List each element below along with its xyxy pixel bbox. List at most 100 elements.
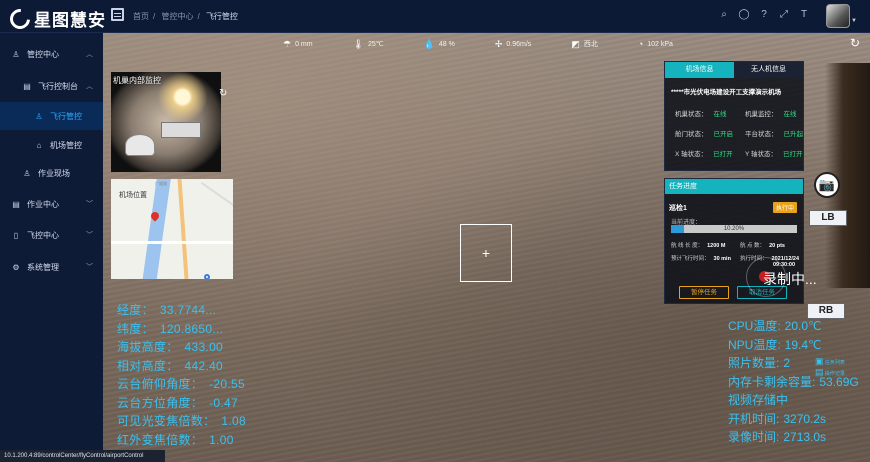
sidebar-item-label: 系统管理 <box>27 262 59 272</box>
temperature-reading: 🌡 25℃ <box>352 38 384 49</box>
operation-record-link[interactable]: ▤ 操作记录 <box>815 368 845 379</box>
sidebar-item-airport-control[interactable]: ⌂ 机场管控 <box>0 131 103 159</box>
top-header: 星图慧安 首页 / 管控中心 / 飞行管控 ⌕ ◯ ? ⤢ T ▼ <box>0 0 870 33</box>
app-logo[interactable]: 星图慧安 <box>5 4 106 33</box>
camera-capture-button[interactable]: 📷 <box>814 172 840 198</box>
map-road <box>111 241 233 244</box>
status-badge: 执行中 <box>772 202 797 213</box>
refresh-icon[interactable]: ↻ <box>850 36 860 50</box>
sidebar-item-flight-control[interactable]: ♙ 飞行管控 <box>0 102 103 130</box>
device-status-overlay: CPU温度: 20.0℃ NPU温度: 19.4℃ 照片数量: 2 内存卡剩余容量: 5… <box>728 317 859 447</box>
route-length: 航 线 长 度： 1200 M <box>671 243 726 249</box>
sidebar-item-work-site[interactable]: ♙ 作业现场 <box>0 159 103 187</box>
clipboard-icon: ▣ <box>815 356 824 366</box>
crosshair-target[interactable]: + <box>460 224 512 282</box>
sidebar-item-label: 作业现场 <box>38 168 70 178</box>
breadcrumb: 首页 / 管控中心 / 飞行管控 <box>133 12 238 21</box>
cpu-temperature: CPU温度: 20.0℃ <box>728 319 822 333</box>
status-nest-monitor: 机巢监控： 在线 <box>745 111 797 118</box>
gear-icon: ⚙ <box>12 262 20 272</box>
sidebar-item-label: 飞行管控 <box>50 111 82 121</box>
npu-temperature: NPU温度: 19.4℃ <box>728 337 822 352</box>
airport-info-panel: 机场信息 无人机信息 *****市光伏电场建设开工支撑演示机场 机巢状态： 在线 … <box>664 61 804 171</box>
sidebar-item-label: 机场管控 <box>50 140 82 150</box>
side-action-icons: ▣ 任务列表 ▤ 操作记录 <box>815 357 845 379</box>
github-icon[interactable]: ◯ <box>738 9 750 21</box>
telemetry-relative-height: 相对高度： 442.40 <box>117 358 224 373</box>
humidity-reading: 💧 48 % <box>423 38 455 49</box>
map-road <box>177 179 189 279</box>
breadcrumb-current: 飞行管控 <box>205 12 238 21</box>
map-road <box>200 181 233 219</box>
home-icon: ⌂ <box>36 140 42 150</box>
sidebar-item-control-center[interactable]: ♙ 管控中心 ︿ <box>0 40 103 68</box>
telemetry-gimbal-yaw: 云台方位角度： -0.47 <box>117 395 238 410</box>
sidebar-item-flight-center[interactable]: ▯ 飞控中心 ﹀ <box>0 221 103 249</box>
fullscreen-icon[interactable]: ⤢ <box>778 9 790 21</box>
map-street-label: 广顺路 <box>155 181 167 186</box>
sidebar-item-flight-console[interactable]: ▤ 飞行控制台 ︿ <box>0 72 103 100</box>
search-icon[interactable]: ⌕ <box>718 9 730 21</box>
status-platform: 平台状态： 已升起 <box>745 131 803 138</box>
wind-direction-reading: ◩ 西北 <box>571 38 598 49</box>
map-location-dot-icon <box>204 274 210 279</box>
sidebar-item-work-center[interactable]: ▤ 作业中心 ﹀ <box>0 190 103 218</box>
drone-video-feed[interactable]: ☂ 0 mm 🌡 25℃ 💧 48 % ✢ 0.96m/s ◩ 西北 ◔ 102 kPa ↻… <box>103 33 870 462</box>
pause-task-button[interactable]: 暂停任务 <box>679 286 729 299</box>
map-title: 机场位置 <box>119 192 147 199</box>
chevron-down-icon: ﹀ <box>86 201 93 208</box>
weather-bar: ☂ 0 mm 🌡 25℃ 💧 48 % ✢ 0.96m/s ◩ 西北 ◔ 102 kPa <box>283 37 713 51</box>
tab-uav-info[interactable]: 无人机信息 <box>734 62 803 78</box>
fan-icon: ✢ <box>494 38 503 49</box>
status-nest: 机巢状态： 在线 <box>675 111 727 118</box>
airport-panel-tabs: 机场信息 无人机信息 <box>665 62 803 78</box>
font-size-icon[interactable]: T <box>798 9 810 21</box>
telemetry-longitude: 经度： 33.7744... <box>117 303 217 317</box>
chevron-up-icon: ︿ <box>86 51 93 58</box>
sidebar-item-system-management[interactable]: ⚙ 系统管理 ﹀ <box>0 253 103 281</box>
telemetry-altitude: 海拔高度： 433.00 <box>117 340 224 354</box>
avatar[interactable] <box>826 4 850 28</box>
browser-status-url: 10.1.200.4:89/controlCenter/flyControl/a… <box>0 450 165 462</box>
tab-airport-info[interactable]: 机场信息 <box>665 62 734 78</box>
telemetry-visible-zoom: 可见光变焦倍数： 1.08 <box>117 414 246 428</box>
wind-speed-reading: ✢ 0.96m/s <box>494 38 532 49</box>
doc-icon: ▯ <box>13 230 19 240</box>
task-panel-header: 任务进度 <box>665 179 803 194</box>
hangar-camera-view[interactable]: 机巢内部监控 <box>111 72 221 172</box>
progress-text: 10.20% <box>723 226 745 232</box>
lb-button[interactable]: LB <box>809 210 847 226</box>
chevron-down-icon: ﹀ <box>86 232 93 239</box>
help-icon[interactable]: ? <box>758 9 770 21</box>
telemetry-latitude: 纬度： 120.8650... <box>117 321 224 336</box>
logo-mark-icon <box>5 4 35 33</box>
menu-toggle-icon[interactable] <box>111 8 124 21</box>
crosshair-plus-icon: + <box>481 245 491 261</box>
pressure-reading: ◔ 102 kPa <box>637 39 673 49</box>
camera-icon: 📷 <box>818 177 836 192</box>
waypoint-count: 航 点 数： 20 pts <box>740 243 785 249</box>
task-name: 巡检1 <box>669 205 687 212</box>
breadcrumb-control-center[interactable]: 管控中心 <box>161 12 193 21</box>
chevron-down-icon[interactable]: ▼ <box>851 18 857 24</box>
chevron-down-icon: ﹀ <box>86 264 93 271</box>
rain-icon: ☂ <box>283 38 292 49</box>
sidebar-item-label: 管控中心 <box>27 49 59 59</box>
record-list-icon: ▤ <box>815 367 824 377</box>
sidebar-item-label: 作业中心 <box>27 199 59 209</box>
hangar-dome <box>125 134 155 156</box>
person-icon: ♙ <box>12 49 20 59</box>
refresh-icon[interactable]: ↻ <box>219 88 227 99</box>
sidebar-item-label: 飞行控制台 <box>38 81 78 91</box>
estimated-flight-time: 预计飞行时间： 30 min <box>671 256 731 262</box>
rain-reading: ☂ 0 mm <box>283 38 313 49</box>
person-icon: ♙ <box>23 168 31 178</box>
thermometer-icon: 🌡 <box>352 38 365 49</box>
breadcrumb-home[interactable]: 首页 <box>133 12 149 21</box>
airport-location-map[interactable]: 广顺路 机场位置 <box>111 179 233 279</box>
humidity-icon: 💧 <box>423 38 435 49</box>
header-toolbar: ⌕ ◯ ? ⤢ T <box>718 9 810 21</box>
document-icon: ▤ <box>23 81 31 91</box>
logo-text: 星图慧安 <box>34 11 106 30</box>
recording-status: 录制中... <box>763 271 817 287</box>
